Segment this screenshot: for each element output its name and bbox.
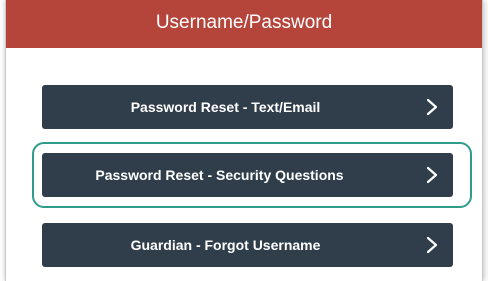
button-label: Password Reset - Security Questions <box>95 167 344 183</box>
button-label: Guardian - Forgot Username <box>130 237 321 253</box>
chevron-right-icon <box>426 166 438 184</box>
panel-title: Username/Password <box>155 12 333 33</box>
password-reset-text-email-button[interactable]: Password Reset - Text/Email <box>42 85 453 129</box>
chevron-right-icon <box>426 236 438 254</box>
username-password-panel: Username/Password Password Reset - Text/… <box>5 0 483 281</box>
panel-header: Username/Password <box>6 0 482 48</box>
password-reset-security-questions-button[interactable]: Password Reset - Security Questions <box>42 153 453 197</box>
chevron-right-icon <box>426 98 438 116</box>
guardian-forgot-username-button[interactable]: Guardian - Forgot Username <box>42 223 453 267</box>
button-label: Password Reset - Text/Email <box>130 99 321 115</box>
